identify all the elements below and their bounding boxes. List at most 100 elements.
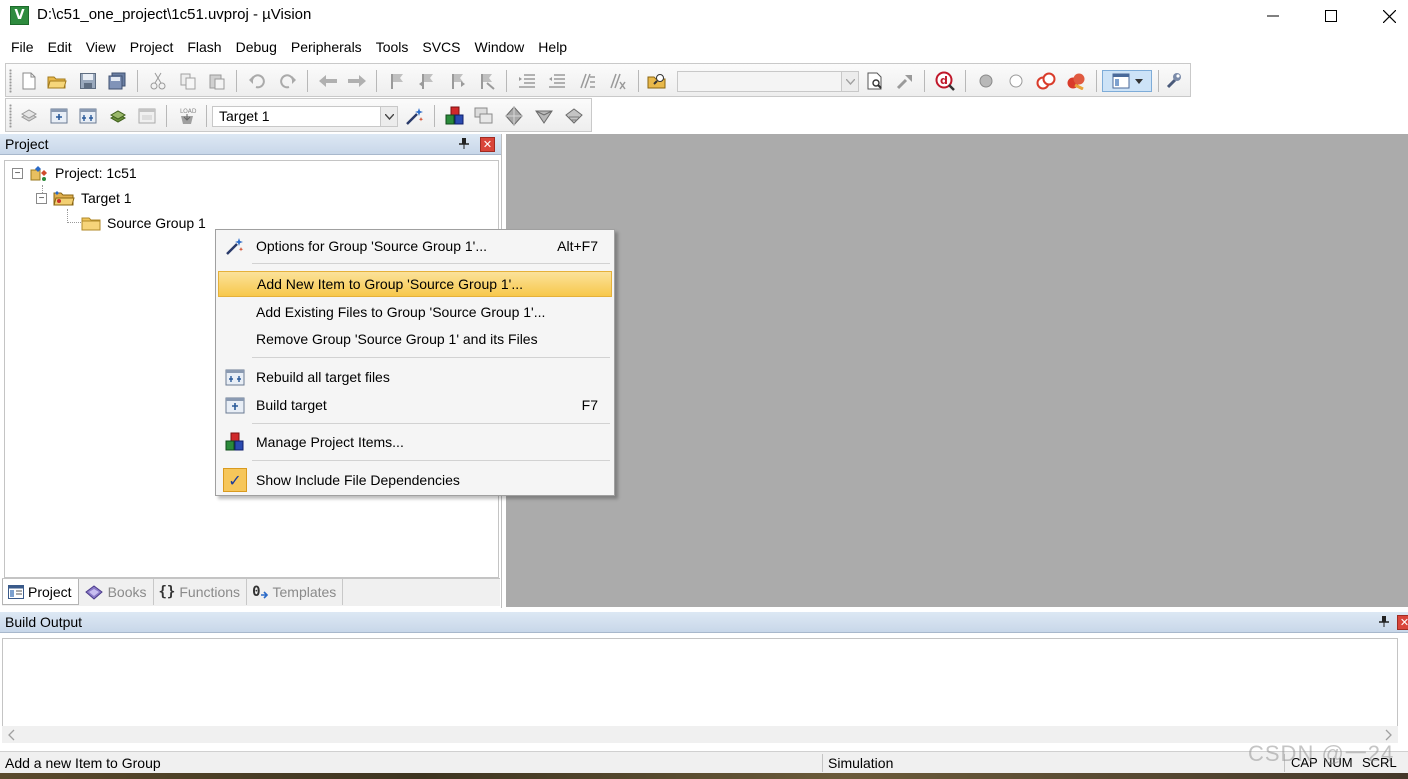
comment-button[interactable] (576, 70, 598, 92)
menu-svcs[interactable]: SVCS (422, 37, 460, 59)
target-select-dropdown-button[interactable] (380, 107, 397, 126)
tab-templates[interactable]: 0 Templates (247, 579, 344, 605)
copy-button[interactable] (177, 70, 199, 92)
insert-breakpoint-button[interactable] (975, 70, 997, 92)
menu-project[interactable]: Project (130, 37, 174, 59)
new-file-button[interactable] (18, 70, 40, 92)
menu-window[interactable]: Window (475, 37, 525, 59)
new-file-icon (22, 72, 36, 90)
build-button[interactable] (48, 105, 70, 127)
pin-icon[interactable] (1377, 615, 1391, 629)
maximize-button[interactable] (1302, 0, 1360, 32)
paste-button[interactable] (206, 70, 228, 92)
translate-button[interactable] (18, 105, 40, 127)
incremental-find-button[interactable] (894, 70, 916, 92)
chevron-left-icon[interactable] (7, 729, 17, 741)
menu-item-remove-group[interactable]: Remove Group 'Source Group 1' and its Fi… (218, 326, 612, 352)
rebuild-button[interactable] (77, 105, 99, 127)
find-in-files-button[interactable] (646, 70, 668, 92)
file-toolbar: d (5, 63, 1191, 97)
cut-button[interactable] (147, 70, 169, 92)
tree-item-target[interactable]: − Target 1 (36, 187, 132, 209)
navigate-forward-button[interactable] (346, 70, 368, 92)
menu-item-options-for-group[interactable]: Options for Group 'Source Group 1'... Al… (218, 233, 612, 259)
kill-all-breakpoints-button[interactable] (1065, 70, 1087, 92)
collapse-toggle[interactable]: − (12, 167, 23, 179)
prev-bookmark-button[interactable] (416, 70, 438, 92)
stop-build-button[interactable] (136, 105, 158, 127)
comment-icon (580, 73, 595, 89)
toolbar-grip[interactable] (9, 69, 12, 93)
toolbar-grip[interactable] (9, 104, 12, 128)
close-panel-button[interactable]: ✕ (480, 137, 495, 152)
configure-button[interactable] (1163, 70, 1185, 92)
menu-tools[interactable]: Tools (376, 37, 409, 59)
menu-view[interactable]: View (86, 37, 116, 59)
menu-item-add-existing-files[interactable]: Add Existing Files to Group 'Source Grou… (218, 299, 612, 325)
clear-bookmarks-button[interactable] (475, 70, 497, 92)
minimize-button[interactable] (1244, 0, 1302, 32)
save-button[interactable] (77, 70, 99, 92)
menu-item-label: Rebuild all target files (256, 369, 390, 385)
download-button[interactable]: LOAD (176, 105, 198, 127)
tab-functions[interactable]: {} Functions (154, 579, 248, 605)
breakpoint-outline-icon (1009, 74, 1023, 88)
project-panel-title: Project (5, 136, 49, 152)
navigate-back-button[interactable] (317, 70, 339, 92)
menu-item-add-new-item[interactable]: Add New Item to Group 'Source Group 1'..… (218, 271, 612, 297)
collapse-toggle[interactable]: − (36, 192, 47, 204)
window-layout-button[interactable] (1102, 70, 1152, 92)
stacked-windows-icon (474, 107, 493, 124)
tab-functions-label: Functions (179, 584, 241, 600)
project-panel-header: Project ✕ (0, 134, 501, 155)
menu-item-build-target[interactable]: Build target F7 (218, 392, 612, 418)
toolbar-separator (965, 70, 966, 92)
select-packs-button[interactable] (473, 105, 495, 127)
manage-project-items-button[interactable] (444, 105, 466, 127)
next-bookmark-button[interactable] (446, 70, 468, 92)
undo-icon (249, 74, 265, 89)
unindent-button[interactable] (546, 70, 568, 92)
menu-item-rebuild-all[interactable]: Rebuild all target files (218, 364, 612, 390)
software-packs-button[interactable] (563, 105, 585, 127)
uncomment-button[interactable] (606, 70, 628, 92)
manage-rte-button[interactable] (503, 105, 525, 127)
menu-file[interactable]: File (11, 37, 34, 59)
close-window-button[interactable] (1360, 0, 1408, 32)
save-all-button[interactable] (106, 70, 128, 92)
find-button[interactable] (864, 70, 886, 92)
batch-build-button[interactable] (107, 105, 129, 127)
disable-all-breakpoints-button[interactable] (1035, 70, 1057, 92)
tab-books[interactable]: Books (79, 579, 154, 605)
tree-item-project[interactable]: − Project: 1c51 (12, 162, 137, 184)
build-output-text[interactable] (2, 638, 1398, 738)
indent-button[interactable] (516, 70, 538, 92)
close-build-output-button[interactable]: ✕ (1397, 615, 1408, 630)
enable-breakpoint-button[interactable] (1005, 70, 1027, 92)
target-options-button[interactable] (404, 105, 426, 127)
find-combo[interactable] (677, 71, 859, 92)
find-combo-dropdown-button[interactable] (841, 72, 858, 91)
redo-button[interactable] (277, 70, 299, 92)
braces-icon: {} (158, 584, 176, 600)
pin-icon[interactable] (457, 137, 471, 151)
tab-project[interactable]: Project (2, 579, 79, 605)
build-output-panel: Build Output ✕ (0, 612, 1408, 749)
undo-button[interactable] (246, 70, 268, 92)
insert-bookmark-button[interactable] (386, 70, 408, 92)
menu-debug[interactable]: Debug (236, 37, 277, 59)
start-debug-button[interactable]: d (934, 70, 956, 92)
menu-edit[interactable]: Edit (48, 37, 72, 59)
menu-help[interactable]: Help (538, 37, 567, 59)
menu-flash[interactable]: Flash (187, 37, 221, 59)
horizontal-scrollbar[interactable] (2, 726, 1398, 743)
indent-icon (519, 74, 535, 88)
pack-installer-button[interactable] (533, 105, 555, 127)
menu-item-manage-project-items[interactable]: Manage Project Items... (218, 429, 612, 455)
open-file-button[interactable] (46, 70, 68, 92)
magic-wand-icon (406, 108, 424, 125)
target-select[interactable]: Target 1 (212, 106, 398, 127)
batch-build-icon (109, 110, 127, 123)
menu-item-show-include-deps[interactable]: ✓ Show Include File Dependencies (218, 467, 612, 493)
menu-peripherals[interactable]: Peripherals (291, 37, 362, 59)
